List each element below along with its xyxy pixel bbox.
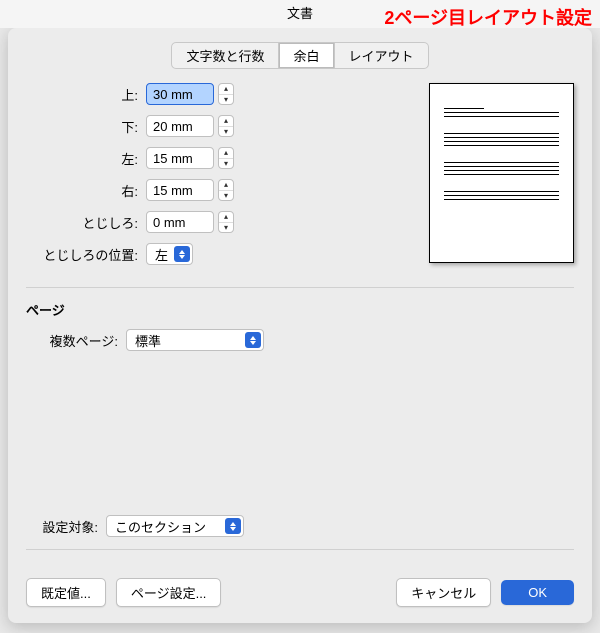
cancel-button[interactable]: キャンセル — [396, 578, 491, 607]
chevron-up-icon[interactable]: ▴ — [219, 116, 233, 127]
multi-page-select[interactable]: 標準 — [126, 329, 264, 351]
margin-right-input[interactable] — [146, 179, 214, 201]
gutter-position-value: 左 — [155, 245, 174, 264]
window-title: 文書 — [287, 6, 313, 21]
margin-right-label: 右: — [26, 181, 146, 200]
margin-top-input[interactable] — [146, 83, 214, 105]
margin-bottom-spinner[interactable]: ▴ ▾ — [218, 115, 234, 137]
margin-gutter-spinner[interactable]: ▴ ▾ — [218, 211, 234, 233]
apply-to-select[interactable]: このセクション — [106, 515, 244, 537]
chevron-up-icon[interactable]: ▴ — [219, 148, 233, 159]
gutter-position-label: とじしろの位置: — [26, 245, 146, 264]
chevron-down-icon[interactable]: ▾ — [219, 95, 233, 105]
window-titlebar: 文書 2ページ目レイアウト設定 — [0, 0, 600, 28]
divider — [26, 287, 574, 288]
margin-top-spinner[interactable]: ▴ ▾ — [218, 83, 234, 105]
divider — [26, 549, 574, 550]
dialog-panel: 文字数と行数 余白 レイアウト 上: ▴ ▾ 下: ▴ ▾ — [8, 28, 592, 623]
margin-left-spinner[interactable]: ▴ ▾ — [218, 147, 234, 169]
chevron-up-icon[interactable]: ▴ — [219, 212, 233, 223]
margin-gutter-label: とじしろ: — [26, 213, 146, 232]
ok-button[interactable]: OK — [501, 580, 574, 605]
select-arrows-icon — [174, 246, 190, 262]
margin-right-spinner[interactable]: ▴ ▾ — [218, 179, 234, 201]
apply-to-value: このセクション — [115, 517, 225, 536]
page-preview — [429, 83, 574, 263]
margin-bottom-label: 下: — [26, 117, 146, 136]
margin-left-label: 左: — [26, 149, 146, 168]
multi-page-label: 複数ページ: — [26, 331, 126, 350]
chevron-down-icon[interactable]: ▾ — [219, 127, 233, 137]
tab-chars-lines[interactable]: 文字数と行数 — [171, 42, 279, 69]
chevron-up-icon[interactable]: ▴ — [219, 180, 233, 191]
tab-bar: 文字数と行数 余白 レイアウト — [26, 42, 574, 69]
tab-margins[interactable]: 余白 — [279, 42, 334, 69]
margin-bottom-input[interactable] — [146, 115, 214, 137]
chevron-down-icon[interactable]: ▾ — [219, 191, 233, 201]
chevron-up-icon[interactable]: ▴ — [219, 84, 233, 95]
chevron-down-icon[interactable]: ▾ — [219, 223, 233, 233]
page-section: ページ 複数ページ: 標準 — [26, 300, 574, 361]
page-section-title: ページ — [26, 300, 574, 319]
margin-left-input[interactable] — [146, 147, 214, 169]
select-arrows-icon — [245, 332, 261, 348]
select-arrows-icon — [225, 518, 241, 534]
chevron-down-icon[interactable]: ▾ — [219, 159, 233, 169]
apply-to-label: 設定対象: — [26, 517, 106, 536]
defaults-button[interactable]: 既定値... — [26, 578, 106, 607]
annotation-overlay: 2ページ目レイアウト設定 — [384, 4, 592, 32]
page-setup-button[interactable]: ページ設定... — [116, 578, 222, 607]
margin-gutter-input[interactable] — [146, 211, 214, 233]
tab-layout[interactable]: レイアウト — [335, 42, 429, 69]
gutter-position-select[interactable]: 左 — [146, 243, 193, 265]
multi-page-value: 標準 — [135, 331, 245, 350]
margin-top-label: 上: — [26, 85, 146, 104]
